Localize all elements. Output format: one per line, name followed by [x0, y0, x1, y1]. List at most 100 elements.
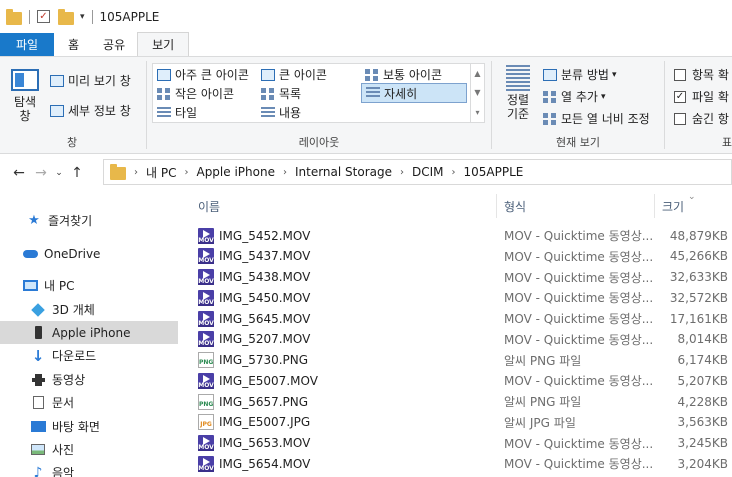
chevron-down-icon: ▾ — [600, 91, 606, 102]
breadcrumb-separator[interactable]: › — [184, 167, 188, 178]
back-arrow-icon[interactable]: ← — [8, 165, 30, 181]
file-row[interactable]: MOV IMG_5438.MOV MOV - Quicktime 동영상... 32,… — [178, 267, 732, 288]
cloud-icon — [22, 247, 38, 261]
separator — [91, 9, 93, 24]
nav-item-3d-objects[interactable]: 3D 개체 — [0, 298, 178, 321]
file-row[interactable]: MOV IMG_5450.MOV MOV - Quicktime 동영상... 32,… — [178, 287, 732, 308]
breadcrumb-item[interactable]: DCIM — [412, 165, 444, 179]
file-row[interactable]: PNG IMG_5657.PNG 알씨 PNG 파일 4,228KB — [178, 391, 732, 412]
file-row[interactable]: MOV IMG_5452.MOV MOV - Quicktime 동영상... 48,… — [178, 225, 732, 246]
file-extensions-toggle[interactable]: ✓ 파일 확 — [674, 88, 729, 105]
nav-item-this-pc[interactable]: 내 PC — [0, 274, 178, 297]
nav-item-downloads[interactable]: ↓ 다운로드 — [0, 344, 178, 367]
hidden-items-checkbox[interactable] — [674, 112, 686, 125]
hidden-items-label: 숨긴 항 — [692, 112, 729, 126]
file-row[interactable]: MOV IMG_5654.MOV MOV - Quicktime 동영상... 3,2… — [178, 453, 732, 474]
breadcrumb-separator[interactable]: › — [134, 167, 138, 178]
pane-group-label: 창 — [66, 136, 78, 149]
tab-file[interactable]: 파일 — [0, 33, 54, 56]
breadcrumb-separator[interactable]: › — [452, 167, 456, 178]
properties-check-icon[interactable]: ✓ — [37, 10, 50, 23]
video-file-icon: MOV — [198, 310, 214, 327]
file-row[interactable]: MOV IMG_5437.MOV MOV - Quicktime 동영상... 45,… — [178, 246, 732, 267]
file-list: 이름 형식 크기 ⌄ MOV IMG_5452.MOV MOV - Quicktim… — [178, 192, 732, 477]
file-row[interactable]: MOV IMG_5653.MOV MOV - Quicktime 동영상... 3,2… — [178, 433, 732, 454]
forward-arrow-icon[interactable]: → — [30, 165, 52, 181]
preview-pane-button[interactable]: 미리 보기 창 — [50, 72, 131, 89]
tab-view[interactable]: 보기 — [137, 32, 190, 56]
nav-item-videos[interactable]: 동영상 — [0, 368, 178, 391]
file-row[interactable]: PNG IMG_5730.PNG 알씨 PNG 파일 6,174KB — [178, 350, 732, 371]
column-header-size[interactable]: 크기 ⌄ — [654, 192, 732, 220]
breadcrumb-item[interactable]: Apple iPhone — [196, 165, 274, 179]
breadcrumb-separator[interactable]: › — [283, 167, 287, 178]
file-type: MOV - Quicktime 동영상... — [504, 374, 654, 389]
nav-item-label: 즐겨찾기 — [48, 214, 93, 228]
new-folder-icon[interactable] — [58, 8, 74, 25]
ribbon: 탐색 창 미리 보기 창 세부 정보 창 창 아주 큰 아이콘 큰 아이콘 보통… — [0, 56, 732, 154]
nav-item-pictures[interactable]: 사진 — [0, 438, 178, 461]
size-columns-icon — [543, 112, 557, 125]
file-size: 3,563KB — [677, 415, 728, 430]
up-arrow-icon[interactable]: ↑ — [66, 165, 88, 181]
hidden-items-toggle[interactable]: 숨긴 항 — [674, 110, 729, 127]
details-pane-button[interactable]: 세부 정보 창 — [50, 102, 131, 119]
nav-item-desktop[interactable]: 바탕 화면 — [0, 415, 178, 438]
nav-item-documents[interactable]: 문서 — [0, 391, 178, 414]
column-header-type[interactable]: 형식 — [496, 192, 654, 220]
navigation-pane-label: 탐색 창 — [13, 95, 37, 123]
nav-item-quick-access[interactable]: ★ 즐겨찾기 — [0, 209, 178, 232]
nav-item-label: 내 PC — [44, 279, 75, 293]
nav-item-onedrive[interactable]: OneDrive — [0, 242, 178, 265]
file-row[interactable]: MOV IMG_5207.MOV MOV - Quicktime 동영상... 8,0… — [178, 329, 732, 350]
add-columns-label: 열 추가 — [561, 90, 598, 104]
file-type: MOV - Quicktime 동영상... — [504, 249, 654, 264]
video-file-icon: MOV — [198, 372, 214, 389]
file-size: 3,245KB — [677, 436, 728, 450]
nav-item-label: 사진 — [52, 443, 75, 457]
address-bar[interactable]: › 내 PC › Apple iPhone › Internal Storage… — [103, 159, 732, 185]
group-by-button[interactable]: 분류 방법 ▾ — [543, 66, 617, 83]
video-file-icon: MOV — [198, 331, 214, 348]
recent-locations-icon[interactable]: ⌄ — [52, 168, 66, 178]
nav-item-label: 문서 — [52, 396, 75, 410]
file-extensions-checkbox[interactable]: ✓ — [674, 90, 686, 103]
navigation-pane-button[interactable]: 탐색 창 — [10, 69, 40, 123]
video-file-icon: MOV — [198, 455, 214, 472]
tab-home[interactable]: 홈 — [54, 33, 91, 56]
breadcrumb-item[interactable]: 내 PC — [146, 164, 176, 181]
sort-by-button[interactable]: 정렬 기준 — [499, 65, 537, 121]
file-size: 32,572KB — [669, 290, 728, 305]
column-header-name[interactable]: 이름 — [190, 192, 497, 220]
breadcrumb-separator[interactable]: › — [400, 167, 404, 178]
file-name-cell: MOV IMG_E5007.MOV — [198, 372, 318, 389]
item-checkboxes-toggle[interactable]: 항목 확 — [674, 66, 729, 83]
file-row[interactable]: JPG IMG_E5007.JPG 알씨 JPG 파일 3,563KB — [178, 412, 732, 433]
group-by-icon — [543, 68, 557, 81]
item-checkboxes-checkbox[interactable] — [674, 68, 686, 81]
video-file-icon: MOV — [198, 435, 214, 451]
add-columns-button[interactable]: 열 추가 ▾ — [543, 88, 605, 105]
download-icon: ↓ — [31, 346, 45, 365]
file-type: MOV - Quicktime 동영상... — [504, 270, 654, 285]
image-file-icon: PNG — [198, 393, 214, 410]
file-size: 17,161KB — [669, 311, 728, 326]
breadcrumb-item[interactable]: Internal Storage — [295, 165, 392, 179]
image-file-icon: JPG — [198, 414, 214, 431]
file-icon-label: JPG — [200, 421, 212, 429]
size-all-columns-button[interactable]: 모든 열 너비 조정 — [543, 110, 650, 127]
nav-item-apple-iphone[interactable]: Apple iPhone — [0, 321, 178, 344]
nav-item-music[interactable]: ♪ 음악 — [0, 461, 178, 477]
file-name-cell: MOV IMG_5207.MOV — [198, 331, 310, 348]
pictures-icon — [30, 443, 46, 457]
file-name-cell: PNG IMG_5730.PNG — [198, 352, 308, 368]
breadcrumb-item[interactable]: 105APPLE — [464, 165, 524, 179]
file-icon-label: MOV — [198, 381, 214, 389]
group-divider — [491, 61, 492, 149]
tab-share[interactable]: 공유 — [91, 33, 137, 56]
quick-access-dropdown-icon[interactable]: ▾ — [80, 12, 85, 22]
sort-by-label: 정렬 기준 — [506, 93, 530, 121]
file-row[interactable]: MOV IMG_E5007.MOV MOV - Quicktime 동영상... 5,… — [178, 370, 732, 391]
file-row[interactable]: MOV IMG_5645.MOV MOV - Quicktime 동영상... 17,… — [178, 308, 732, 329]
image-file-icon: PNG — [198, 352, 214, 368]
